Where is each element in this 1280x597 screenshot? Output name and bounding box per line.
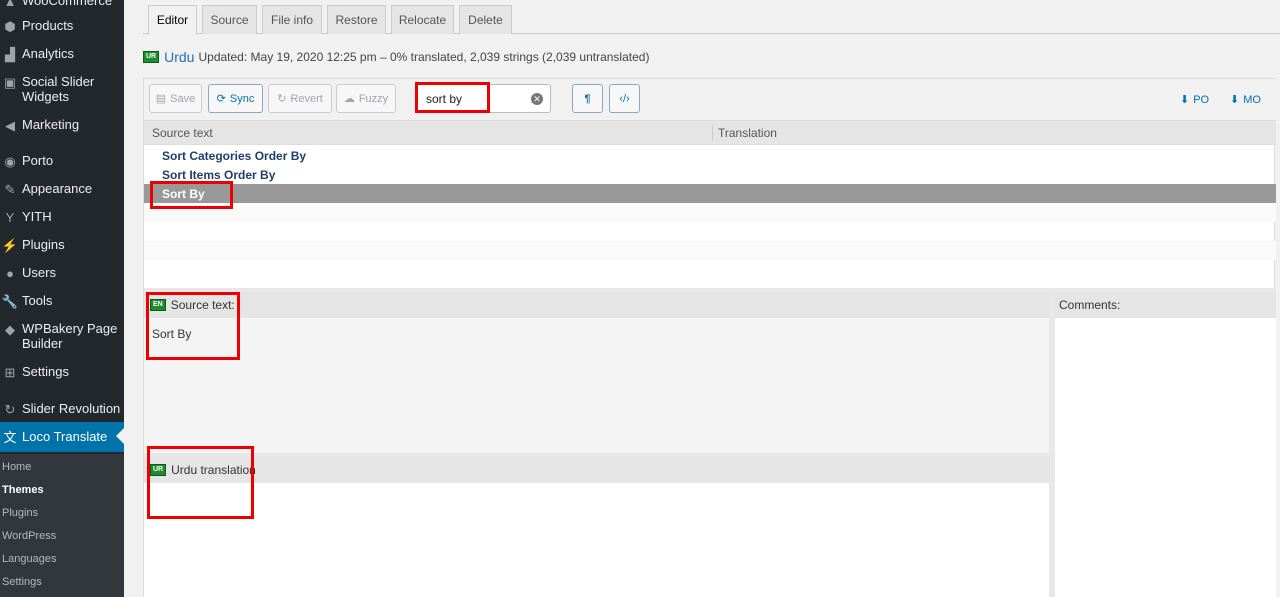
sidebar-item-woocommerce[interactable]: ▲ WooCommerce <box>0 0 124 9</box>
save-icon: ▤ <box>155 93 167 105</box>
sidebar-item-wpbakery[interactable]: ◆ WPBakery Page Builder <box>0 321 124 353</box>
sidebar-item-settings[interactable]: ⊞ Settings <box>0 364 124 380</box>
locale-status-line: UR Urdu Updated: May 19, 2020 12:25 pm –… <box>143 48 649 66</box>
column-divider[interactable] <box>712 125 713 141</box>
source-pane-header: EN Source text: <box>144 292 1049 318</box>
sidebar-item-users[interactable]: ● Users <box>0 265 124 281</box>
sidebar-item-loco-translate[interactable]: 文 Loco Translate <box>0 422 124 452</box>
plugins-icon: ⚡ <box>1 237 19 253</box>
tab-restore[interactable]: Restore <box>327 5 386 34</box>
fuzzy-button[interactable]: ☁ Fuzzy <box>336 84 396 113</box>
search-input[interactable]: sort by ✕ <box>416 84 551 113</box>
translation-flag: UR <box>150 464 167 476</box>
submenu-item-plugins[interactable]: Plugins <box>2 507 38 519</box>
loco-translate-icon: 文 <box>3 429 17 445</box>
sidebar-item-social-slider[interactable]: ▣ Social Slider Widgets <box>0 74 124 106</box>
download-mo-link[interactable]: ⬇ MO <box>1230 93 1261 107</box>
tab-relocate[interactable]: Relocate <box>391 5 454 34</box>
locale-status: Updated: May 19, 2020 12:25 pm – 0% tran… <box>198 50 650 64</box>
tab-file-info[interactable]: File info <box>262 5 322 34</box>
clear-search-icon[interactable]: ✕ <box>531 93 543 105</box>
sidebar-item-yith[interactable]: Y YITH <box>0 209 124 225</box>
tab-delete[interactable]: Delete <box>459 5 512 34</box>
admin-sidebar: ▲ WooCommerce ⬢ Products ▟ Analytics ▣ S… <box>0 0 124 597</box>
translation-editor: ▤ Save ⟳ Sync ↻ Revert ☁ Fuzzy sort by ✕… <box>143 78 1276 597</box>
cloud-icon: ☁ <box>343 93 355 105</box>
source-text-pane: EN Source text: Sort By <box>144 292 1049 453</box>
analytics-icon: ▟ <box>5 46 15 62</box>
users-icon: ● <box>6 265 14 281</box>
revert-icon: ↻ <box>277 93 287 105</box>
appearance-icon: ✎ <box>4 181 16 197</box>
source-text-value: Sort By <box>152 327 192 341</box>
empty-row <box>144 241 1276 260</box>
marketing-icon: ◀ <box>5 117 15 133</box>
sidebar-item-analytics[interactable]: ▟ Analytics <box>0 46 124 62</box>
locale-flag: UR <box>143 51 160 63</box>
sync-button[interactable]: ⟳ Sync <box>208 84 263 113</box>
source-flag: EN <box>150 299 166 311</box>
tab-source[interactable]: Source <box>202 5 257 34</box>
comments-pane-header: Comments: <box>1055 292 1276 318</box>
submenu-item-themes[interactable]: Themes <box>2 484 44 496</box>
tab-editor[interactable]: Editor <box>148 5 197 35</box>
translation-pane: UR Urdu translation <box>144 457 1049 597</box>
submenu-item-languages[interactable]: Languages <box>2 553 56 565</box>
submenu-item-settings[interactable]: Settings <box>2 576 42 588</box>
translation-input[interactable] <box>144 483 1049 597</box>
woocommerce-icon: ▲ <box>3 0 17 9</box>
loco-submenu: Home Themes Plugins WordPress Languages … <box>0 454 124 597</box>
string-list-header: Source text Translation <box>144 121 1276 145</box>
sidebar-item-slider-revolution[interactable]: ↻ Slider Revolution <box>0 401 124 417</box>
yith-icon: Y <box>5 209 15 225</box>
column-source-text[interactable]: Source text <box>152 126 213 140</box>
revert-button[interactable]: ↻ Revert <box>268 84 332 113</box>
settings-icon: ⊞ <box>4 364 16 380</box>
sidebar-item-tools[interactable]: 🔧 Tools <box>0 293 124 309</box>
code-icon: ‹/› <box>619 92 630 105</box>
locale-name[interactable]: Urdu <box>164 49 194 65</box>
column-translation[interactable]: Translation <box>718 126 777 140</box>
products-icon: ⬢ <box>4 18 16 34</box>
wpbakery-icon: ◆ <box>5 321 15 337</box>
save-button[interactable]: ▤ Save <box>149 84 202 113</box>
invisibles-toggle-button[interactable]: ¶ <box>572 84 603 113</box>
comments-pane: Comments: <box>1055 292 1276 597</box>
download-po-link[interactable]: ⬇ PO <box>1180 93 1209 107</box>
tools-icon: 🔧 <box>1 293 19 309</box>
submenu-item-wordpress[interactable]: WordPress <box>2 530 56 542</box>
sync-icon: ⟳ <box>216 93 226 105</box>
active-menu-arrow <box>116 428 124 444</box>
download-icon: ⬇ <box>1180 94 1190 106</box>
sidebar-item-plugins[interactable]: ⚡ Plugins <box>0 237 124 253</box>
sidebar-item-porto[interactable]: ◉ Porto <box>0 153 124 169</box>
pilcrow-icon: ¶ <box>584 92 591 105</box>
slider-revolution-icon: ↻ <box>4 401 16 417</box>
sidebar-item-marketing[interactable]: ◀ Marketing <box>0 117 124 133</box>
string-row[interactable]: Sort Items Order By <box>144 165 1276 184</box>
empty-row <box>144 203 1276 222</box>
string-row[interactable]: Sort Categories Order By <box>144 146 1276 165</box>
submenu-item-home[interactable]: Home <box>2 461 31 473</box>
code-view-toggle-button[interactable]: ‹/› <box>609 84 640 113</box>
string-row-selected[interactable]: Sort By <box>144 184 1276 203</box>
editor-toolbar: ▤ Save ⟳ Sync ↻ Revert ☁ Fuzzy sort by ✕… <box>144 79 1276 121</box>
download-icon: ⬇ <box>1230 94 1240 106</box>
porto-icon: ◉ <box>4 153 16 169</box>
sidebar-item-appearance[interactable]: ✎ Appearance <box>0 181 124 197</box>
translation-pane-header: UR Urdu translation <box>144 457 1049 483</box>
social-slider-icon: ▣ <box>3 74 17 90</box>
sidebar-item-products[interactable]: ⬢ Products <box>0 18 124 34</box>
